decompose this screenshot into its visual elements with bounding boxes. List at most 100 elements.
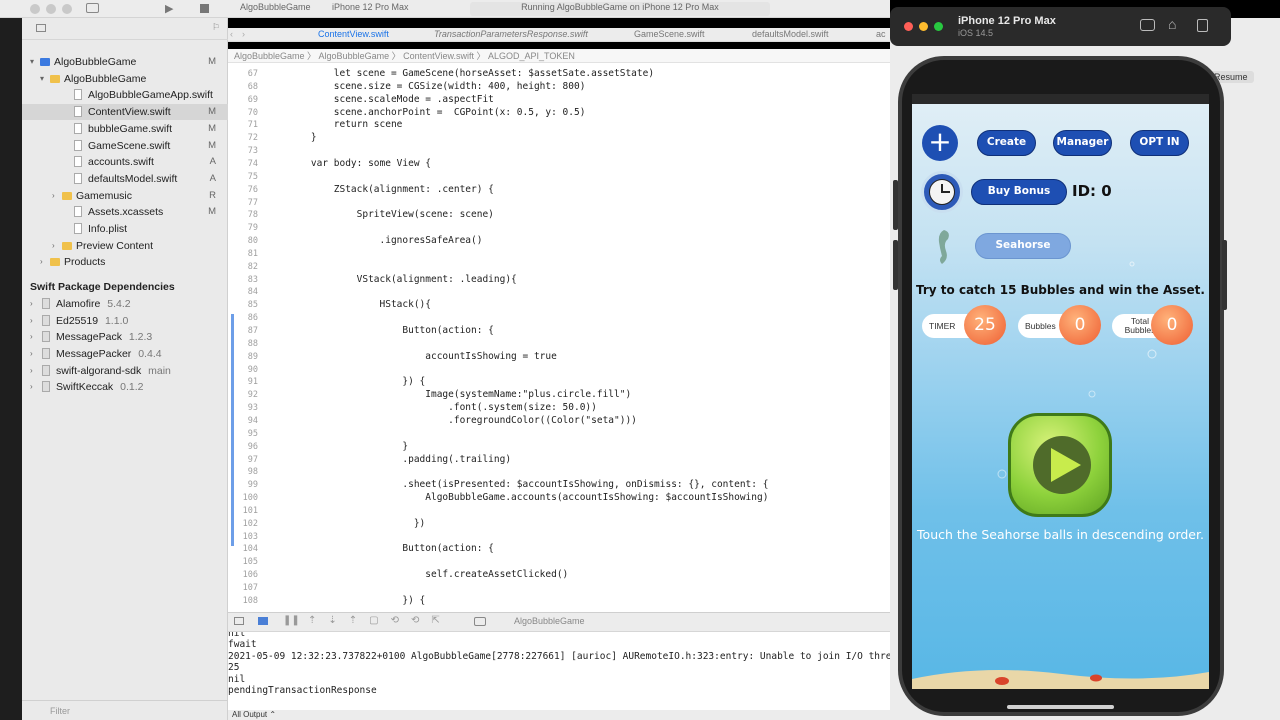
disclosure-open-icon[interactable]: ▾ [40, 71, 44, 87]
package-item[interactable]: › SwiftKeccak 0.1.2 [22, 379, 228, 395]
code-line[interactable]: var body: some View { [288, 158, 431, 169]
disclosure-closed-icon[interactable]: › [40, 254, 43, 270]
disclosure-closed-icon[interactable]: › [52, 188, 55, 204]
breakpoints-icon[interactable] [258, 617, 268, 625]
code-line[interactable]: }) [288, 518, 425, 529]
package-version: 1.2.3 [128, 331, 153, 344]
disclosure-closed-icon[interactable]: › [30, 296, 33, 312]
code-line[interactable]: accountIsShowing = true [288, 351, 557, 362]
code-line[interactable]: Button(action: { [288, 543, 494, 554]
filter-input[interactable]: Filter [50, 706, 70, 716]
camera-icon[interactable] [474, 617, 486, 626]
package-item[interactable]: › swift-algorand-sdk main [22, 363, 228, 379]
nav-item[interactable]: GameScene.swift M [22, 138, 228, 154]
nav-item[interactable]: ▾ AlgoBubbleGame M [22, 54, 228, 70]
code-line[interactable]: let scene = GameScene(horseAsset: $asset… [288, 68, 654, 79]
home-indicator[interactable] [1007, 705, 1114, 709]
nav-item[interactable]: defaultsModel.swift A [22, 171, 228, 187]
disclosure-closed-icon[interactable]: › [52, 238, 55, 254]
code-line[interactable]: scene.anchorPoint = CGPoint(x: 0.5, y: 0… [288, 107, 586, 118]
code-line[interactable]: .ignoresSafeArea() [288, 235, 483, 246]
nav-item[interactable]: AlgoBubbleGameApp.swift [22, 87, 228, 103]
code-line[interactable]: ZStack(alignment: .center) { [288, 184, 494, 195]
manager-button[interactable]: Manager [1053, 130, 1112, 156]
code-line[interactable]: } [288, 132, 317, 143]
tab-transaction-params[interactable]: TransactionParametersResponse.swift [434, 29, 588, 42]
disclosure-closed-icon[interactable]: › [30, 379, 33, 395]
tab-defaults-model[interactable]: defaultsModel.swift [752, 29, 829, 42]
code-line[interactable]: Button(action: { [288, 325, 494, 336]
disclosure-closed-icon[interactable]: › [30, 329, 33, 345]
flag-tab-icon[interactable]: ⚐ [212, 22, 220, 33]
buy-bonus-button[interactable]: Buy Bonus [971, 179, 1067, 205]
scheme-selector[interactable]: AlgoBubbleGame [240, 2, 311, 16]
create-button[interactable]: Create [977, 130, 1036, 156]
disclosure-closed-icon[interactable]: › [30, 363, 33, 379]
code-line[interactable]: } [288, 441, 408, 452]
step-icons[interactable]: ⇡⇣⇡▢⟲⟲⇱ [308, 615, 452, 626]
disclosure-open-icon[interactable]: ▾ [30, 54, 34, 70]
back-icon[interactable]: ‹ [230, 29, 233, 42]
sim-minimize-button[interactable] [919, 22, 928, 31]
package-item[interactable]: › MessagePack 1.2.3 [22, 329, 228, 345]
forward-icon[interactable]: › [242, 29, 245, 42]
folder-tab-icon[interactable] [36, 24, 46, 32]
opt-in-button[interactable]: OPT IN [1130, 130, 1189, 156]
code-line[interactable]: return scene [288, 119, 403, 130]
nav-item[interactable]: ContentView.swift M [22, 104, 228, 121]
disclosure-closed-icon[interactable]: › [30, 346, 33, 362]
tab-accounts[interactable]: ac [876, 29, 886, 42]
code-line[interactable]: .foregroundColor((Color("seta"))) [288, 415, 637, 426]
clock-icon[interactable] [921, 171, 963, 213]
minimize-window-button[interactable] [46, 4, 56, 14]
code-line[interactable]: }) { [288, 376, 425, 387]
code-line[interactable]: .font(.system(size: 50.0)) [288, 402, 597, 413]
jump-bar[interactable]: AlgoBubbleGame 〉 AlgoBubbleGame 〉 Conten… [228, 49, 890, 63]
nav-item[interactable]: › Preview Content [22, 238, 228, 254]
code-line[interactable]: HStack(){ [288, 299, 432, 310]
screenshot-icon[interactable] [1140, 19, 1155, 31]
code-line[interactable]: self.createAssetClicked() [288, 569, 568, 580]
code-line[interactable]: VStack(alignment: .leading){ [288, 274, 517, 285]
nav-item[interactable]: Info.plist [22, 221, 228, 237]
sidebar-toggle-icon[interactable] [86, 3, 99, 13]
code-editor[interactable]: 67 let scene = GameScene(horseAsset: $as… [228, 63, 890, 612]
hide-debug-icon[interactable] [234, 617, 244, 625]
package-item[interactable]: › MessagePacker 0.4.4 [22, 346, 228, 362]
sim-zoom-button[interactable] [934, 22, 943, 31]
disclosure-closed-icon[interactable]: › [30, 313, 33, 329]
console-filter[interactable]: All Output ⌃ [228, 710, 890, 720]
rotate-icon[interactable] [1197, 19, 1208, 32]
run-icon[interactable]: ▶ [165, 2, 173, 15]
code-line[interactable]: scene.size = CGSize(width: 400, height: … [288, 81, 586, 92]
code-line[interactable]: .sheet(isPresented: $accountIsShowing, o… [288, 479, 768, 490]
nav-item[interactable]: accounts.swift A [22, 154, 228, 170]
nav-item[interactable]: › Gamemusic R [22, 188, 228, 204]
nav-item[interactable]: bubbleGame.swift M [22, 121, 228, 137]
device-selector[interactable]: iPhone 12 Pro Max [332, 2, 409, 16]
code-line[interactable]: Image(systemName:"plus.circle.fill") [288, 389, 631, 400]
add-account-button[interactable]: + [922, 125, 958, 161]
tab-content-view[interactable]: ContentView.swift [318, 29, 389, 42]
console-output[interactable]: nil fwait 2021-05-09 12:32:23.737822+0100 … [228, 632, 890, 710]
seahorse-button[interactable]: Seahorse [975, 233, 1071, 259]
nav-item[interactable]: › Products [22, 254, 228, 270]
navigator-filter[interactable]: Filter [22, 700, 228, 720]
code-line[interactable]: scene.scaleMode = .aspectFit [288, 94, 494, 105]
nav-item[interactable]: Assets.xcassets M [22, 204, 228, 220]
package-item[interactable]: › Alamofire 5.4.2 [22, 296, 228, 312]
home-icon[interactable]: ⌂ [1168, 16, 1176, 32]
code-line[interactable]: AlgoBubbleGame.accounts(accountIsShowing… [288, 492, 768, 503]
stop-icon[interactable] [200, 4, 209, 13]
sim-close-button[interactable] [904, 22, 913, 31]
code-line[interactable]: .padding(.trailing) [288, 454, 511, 465]
zoom-window-button[interactable] [62, 4, 72, 14]
code-line[interactable]: SpriteView(scene: scene) [288, 209, 494, 220]
code-line[interactable]: }) { [288, 595, 425, 606]
tab-game-scene[interactable]: GameScene.swift [634, 29, 705, 42]
play-button[interactable] [1008, 413, 1112, 517]
package-item[interactable]: › Ed25519 1.1.0 [22, 313, 228, 329]
close-window-button[interactable] [30, 4, 40, 14]
nav-item[interactable]: ▾ AlgoBubbleGame [22, 71, 228, 87]
pause-icon[interactable]: ❚❚ [283, 615, 300, 626]
